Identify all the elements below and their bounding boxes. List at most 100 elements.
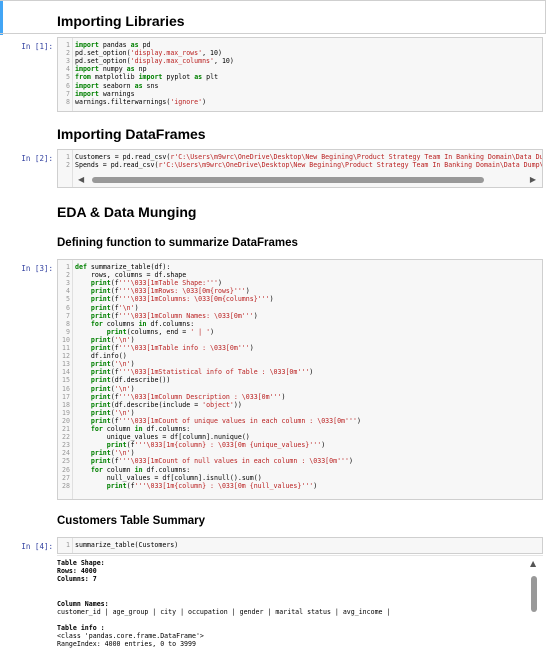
code-text: import numpy as np [75,65,147,74]
line-number: 2 [66,271,70,280]
line-number: 3 [66,57,70,66]
code-text: unique_values = df[column].nunique() [106,433,250,442]
line-number: 16 [62,384,70,393]
line-number: 21 [62,425,70,433]
code-text: import seaborn as sns [75,81,159,90]
line-number: 18 [62,400,70,409]
output-line: Table info : [57,623,105,632]
line-number: 24 [62,449,70,458]
code-text: print(f'''\033[1mTable info : \033[0m'''… [90,344,254,352]
line-number: 1 [66,153,70,161]
code-cell-3[interactable]: 1 def summarize_table(df): 2 rows, columns… [57,259,543,500]
code-text: Customers = pd.read_csv(r'C:\Users\m9wrc… [75,153,543,161]
cell-output: Table Shape: Rows: 4000 Columns: 7 Column N… [57,558,527,650]
line-number: 11 [62,344,70,352]
code-text: print(df.describe(include = 'object')) [90,400,242,409]
prompt-in-1: In [1]: [21,42,53,51]
code-text: def summarize_table(df): [75,263,171,271]
code-text: summarize_table(Customers) [75,541,179,549]
code-text: for columns in df.columns: [90,319,195,328]
line-number: 17 [62,392,70,401]
code-text: print(f'''\033[1mColumns: \033[0m{column… [90,295,274,304]
horizontal-scrollbar[interactable]: ◀ ▶ [78,176,536,184]
line-number: 1 [66,541,70,549]
line-number-gutter [72,538,73,553]
line-number: 22 [62,433,70,442]
line-number: 7 [66,311,70,320]
heading-importing-libraries: Importing Libraries [57,13,185,29]
code-text: print(f'''\033[1mColumn Names: \033[0m''… [90,311,258,320]
code-text: df.info() [90,352,127,361]
code-cell-1[interactable]: 1 import pandas as pd 2 pd.set_option('disp… [57,37,543,112]
output-line: Columns: 7 [57,575,97,584]
code-text: Spends = pd.read_csv(r'C:\Users\m9wrc\On… [75,161,543,170]
output-line: Column Names: [57,599,109,608]
output-line: customer_id | age_group | city | occupat… [57,607,391,616]
prompt-in-4: In [4]: [21,542,53,551]
line-number: 2 [66,49,70,58]
code-cell-4[interactable]: 1 summarize_table(Customers) [57,537,543,554]
right-arrow-icon[interactable]: ▶ [530,176,536,184]
heading-defining-function: Defining function to summarize DataFrame… [57,237,298,249]
output-line: RangeIndex: 4000 entries, 0 to 3999 [57,640,196,648]
code-text: null_values = df[column].isnull().sum() [106,473,262,482]
prompt-in-3: In [3]: [21,264,53,273]
output-divider [57,555,543,556]
line-number: 8 [66,97,70,106]
line-number: 2 [66,161,70,170]
code-text: print(df.describe()) [90,376,171,385]
up-arrow-icon[interactable]: ▲ [530,560,536,568]
vertical-scroll-thumb[interactable] [531,576,537,612]
code-text: for column in df.columns: [90,465,191,474]
code-text: print(f'''\033[1mCount of null values in… [90,457,353,466]
code-text: from matplotlib import pyplot as plt [75,73,219,82]
code-text: print(f'''\033[1m{column} : \033[0m {nul… [106,481,318,490]
code-text: print(f'''\033[1mCount of unique values … [90,416,361,425]
code-text: pd.set_option('display.max_rows', 10) [75,49,222,58]
line-number: 19 [62,408,70,417]
line-number: 5 [66,295,70,304]
code-text: print(f'\n') [90,303,139,312]
line-number: 5 [66,73,70,82]
code-text: print('\n') [90,384,135,393]
line-number-gutter [72,38,73,111]
line-number-gutter [72,260,73,499]
line-number: 26 [62,465,70,474]
heading-importing-dataframes: Importing DataFrames [57,126,206,142]
code-text: print(f'''\033[1mRows: \033[0m{rows}''') [90,287,250,296]
line-number-gutter [72,150,73,187]
horizontal-scroll-thumb[interactable] [92,177,484,183]
line-number: 25 [62,457,70,466]
line-number: 1 [66,41,70,49]
line-number: 14 [62,368,70,377]
line-number: 7 [66,89,70,98]
code-text: rows, columns = df.shape [90,271,187,280]
line-number: 27 [62,473,70,482]
line-number: 28 [62,481,70,490]
code-text: pd.set_option('display.max_columns', 10) [75,57,234,66]
line-number: 8 [66,319,70,328]
line-number: 13 [62,360,70,369]
line-number: 15 [62,376,70,385]
line-number: 6 [66,81,70,90]
prompt-in-2: In [2]: [21,154,53,163]
line-number: 12 [62,352,70,361]
line-number: 4 [66,287,70,296]
code-text: print(f'''\033[1mColumn Description : \0… [90,392,286,401]
code-text: for column in df.columns: [90,425,191,433]
vertical-scrollbar[interactable]: ▲ [527,558,541,650]
line-number: 3 [66,279,70,288]
line-number: 23 [62,441,70,450]
code-text: import warnings [75,89,135,98]
left-arrow-icon[interactable]: ◀ [78,176,84,184]
code-text: print('\n') [90,408,135,417]
code-text: warnings.filterwarnings('ignore') [75,97,207,106]
heading-customers-summary: Customers Table Summary [57,515,206,527]
code-text: print(f'''\033[1m{column} : \033[0m {uni… [106,441,326,450]
code-text: print('\n') [90,449,135,458]
line-number: 6 [66,303,70,312]
line-number: 20 [62,416,70,425]
code-text: print('\n') [90,360,135,369]
line-number: 4 [66,65,70,74]
output-line: Rows: 4000 [57,567,97,576]
